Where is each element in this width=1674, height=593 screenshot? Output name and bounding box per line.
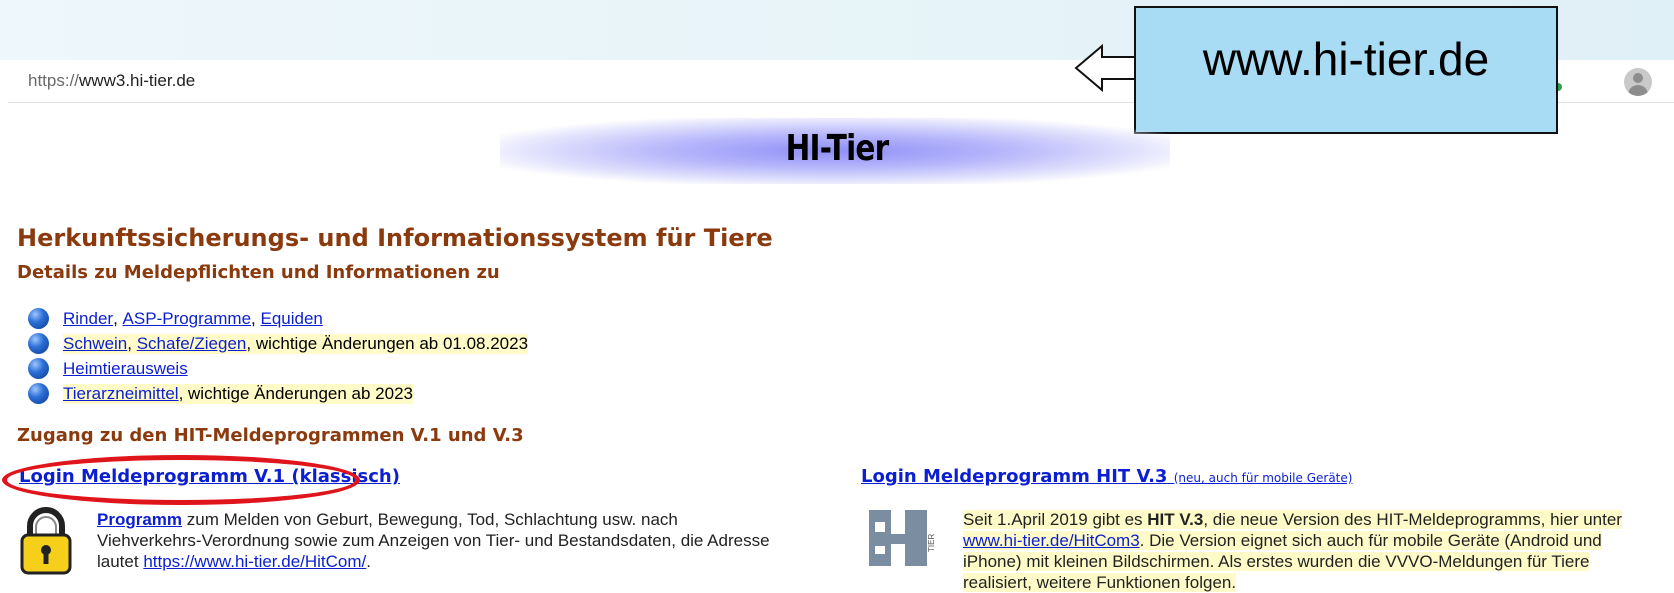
list-item: Heimtierausweis xyxy=(28,356,528,381)
banner-title: HI-Tier xyxy=(785,128,890,169)
callout-text: www.hi-tier.de xyxy=(1202,33,1490,85)
bullet-icon xyxy=(28,308,49,329)
hitcom3-url-link[interactable]: www.hi-tier.de/HitCom3 xyxy=(963,531,1140,550)
login-v3-link[interactable]: Login Meldeprogramm HIT V.3 (neu, auch f… xyxy=(861,466,1352,487)
link-tierarzneimittel[interactable]: Tierarzneimittel xyxy=(63,384,179,403)
link-schwein[interactable]: Schwein xyxy=(63,334,127,353)
callout-box: www.hi-tier.de xyxy=(1134,6,1558,134)
lock-icon xyxy=(20,507,72,575)
bullet-icon xyxy=(28,333,49,354)
link-asp-programme[interactable]: ASP-Programme xyxy=(123,309,251,329)
access-heading: Zugang zu den HIT-Meldeprogrammen V.1 un… xyxy=(17,425,524,446)
details-heading: Details zu Meldepflichten und Informatio… xyxy=(17,262,500,283)
hit-tier-logo: TIER xyxy=(869,510,939,566)
url-field[interactable]: https://www3.hi-tier.de xyxy=(28,71,195,91)
login-v1-description: Programm zum Melden von Geburt, Bewegung… xyxy=(97,510,770,571)
list-item: Schwein, Schafe/Ziegen, wichtige Änderun… xyxy=(28,331,529,356)
bullet-icon xyxy=(28,358,49,379)
program-link[interactable]: Programm xyxy=(97,510,182,529)
page-title: Herkunftssicherungs- und Informationssys… xyxy=(17,224,773,252)
list-item: Tierarzneimittel, wichtige Änderungen ab… xyxy=(28,381,528,406)
note-text: wichtige Änderungen ab 01.08.2023 xyxy=(255,333,529,353)
hitcom-url-link[interactable]: https://www.hi-tier.de/HitCom/ xyxy=(143,552,366,571)
login-v3-note: (neu, auch für mobile Geräte) xyxy=(1173,471,1353,485)
bullet-icon xyxy=(28,383,49,404)
avatar-icon[interactable] xyxy=(1624,68,1652,96)
list-item: Rinder, ASP-Programme, Equiden xyxy=(28,306,528,331)
highlight-oval xyxy=(2,455,360,505)
logo-text: TIER xyxy=(927,534,936,552)
note-text: wichtige Änderungen ab 2023 xyxy=(188,383,413,403)
link-rinder[interactable]: Rinder xyxy=(63,309,113,329)
callout-arrow-icon xyxy=(1074,44,1139,92)
link-schafe-ziegen[interactable]: Schafe/Ziegen xyxy=(137,334,247,353)
login-v3-description: Seit 1.April 2019 gibt es HIT V.3, die n… xyxy=(963,510,1622,592)
link-heimtierausweis[interactable]: Heimtierausweis xyxy=(63,359,188,379)
link-equiden[interactable]: Equiden xyxy=(260,309,322,329)
info-list: Rinder, ASP-Programme, Equiden Schwein, … xyxy=(28,306,529,406)
